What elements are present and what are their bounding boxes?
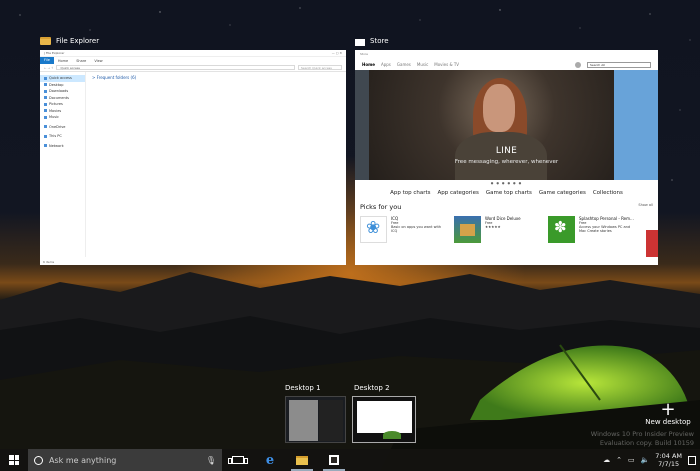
task-view-icon <box>228 456 248 464</box>
store-nav-movies[interactable]: Movies & TV <box>434 62 459 67</box>
fe-search-box[interactable]: Search Quick access <box>298 65 342 70</box>
fe-tab-view[interactable]: View <box>90 59 106 63</box>
app-tile-partial[interactable] <box>646 230 658 257</box>
star-icon <box>44 76 47 80</box>
fe-title-text: | File Explorer <box>44 51 65 55</box>
icq-flower-icon <box>360 216 387 243</box>
store-window-title[interactable]: Store <box>355 35 389 47</box>
edge-icon: e <box>265 452 275 468</box>
cortana-search-box[interactable]: Ask me anything 🎙 <box>28 449 222 471</box>
store-bag-icon <box>355 39 365 46</box>
store-nav: Home Apps Games Music Movies & TV Search… <box>355 59 658 70</box>
store-nav-home[interactable]: Home <box>362 62 375 67</box>
cat-game-top-charts[interactable]: Game top charts <box>486 190 532 196</box>
windows-logo-icon <box>9 455 19 465</box>
pictures-icon <box>44 102 47 106</box>
store-title-bar: Store <box>360 52 368 56</box>
splashtop-icon <box>548 216 575 243</box>
music-icon <box>44 115 47 119</box>
store-nav-games[interactable]: Games <box>397 62 411 67</box>
onedrive-icon <box>44 125 47 129</box>
desktop-2-thumbnail[interactable] <box>352 396 416 443</box>
folder-icon <box>40 37 51 45</box>
file-explorer-window-title[interactable]: File Explorer <box>40 35 99 47</box>
cat-collections[interactable]: Collections <box>593 190 623 196</box>
store-search-box[interactable]: Search All <box>587 61 651 68</box>
cat-game-categories[interactable]: Game categories <box>539 190 586 196</box>
app-tile[interactable]: Splashtop Personal - Rem... Free Access … <box>548 216 634 243</box>
fe-ribbon: File Home Share View <box>40 57 346 64</box>
clock-date: 7/7/15 <box>658 460 680 468</box>
picks-title: Picks for you <box>360 203 402 211</box>
chevron-up-icon[interactable]: ⌃ <box>616 456 622 464</box>
picks-list: ICQ Free Basic on apps you want with ICQ… <box>355 211 658 243</box>
onedrive-icon[interactable]: ☁ <box>603 456 610 464</box>
desktop-1-thumbnail[interactable] <box>285 396 346 443</box>
new-desktop-label: New desktop <box>645 418 691 426</box>
search-placeholder: Ask me anything <box>49 455 117 465</box>
hero-title: LINE <box>495 146 518 156</box>
word-dice-icon <box>454 216 481 243</box>
store-categories: App top charts App categories Game top c… <box>355 187 658 199</box>
fe-tab-home[interactable]: Home <box>54 59 72 63</box>
this-pc-icon <box>44 134 47 138</box>
file-explorer-title-label: File Explorer <box>56 37 100 45</box>
fe-frequent-folders[interactable]: > Frequent folders (6) <box>92 75 340 80</box>
action-center-icon[interactable] <box>688 455 696 465</box>
desktop-1-label[interactable]: Desktop 1 <box>285 384 321 392</box>
task-view-button[interactable] <box>222 449 254 471</box>
fe-tab-share[interactable]: Share <box>72 59 90 63</box>
microphone-icon[interactable]: 🎙 <box>206 456 216 465</box>
window-controls-icon: — ▢ ✕ <box>331 51 342 55</box>
store-window-thumbnail[interactable]: Store Home Apps Games Music Movies & TV … <box>355 50 658 265</box>
network-icon[interactable]: ▭ <box>628 456 635 464</box>
cortana-icon <box>34 455 43 465</box>
taskbar: Ask me anything 🎙 e ☁ ⌃ ▭ 🔈 7:04 AM 7/7/… <box>0 449 700 471</box>
desktop-icon <box>44 83 47 87</box>
movies-icon <box>44 109 47 113</box>
fe-address-row: ← → ↑ Quick access Search Quick access <box>40 64 346 72</box>
clock[interactable]: 7:04 AM 7/7/15 <box>655 452 682 468</box>
store-hero-banner[interactable]: LINE Free messaging, wherever, whenever <box>355 70 658 180</box>
file-explorer-icon <box>296 455 308 465</box>
show-all-link[interactable]: Show all <box>638 203 653 211</box>
system-tray: ☁ ⌃ ▭ 🔈 7:04 AM 7/7/15 <box>603 452 700 468</box>
store-nav-music[interactable]: Music <box>417 62 428 67</box>
fe-address-bar[interactable]: Quick access <box>56 65 295 70</box>
fe-nav-item[interactable]: Network <box>40 143 85 150</box>
start-button[interactable] <box>0 449 28 471</box>
desktop-2-label[interactable]: Desktop 2 <box>354 384 390 392</box>
build-watermark: Windows 10 Pro Insider Preview Evaluatio… <box>590 430 694 447</box>
file-explorer-button[interactable] <box>286 449 318 471</box>
new-desktop-button[interactable]: + New desktop <box>640 399 696 427</box>
store-nav-apps[interactable]: Apps <box>381 62 391 67</box>
volume-icon[interactable]: 🔈 <box>641 456 650 464</box>
plus-icon: + <box>660 399 676 420</box>
hero-subtitle: Free messaging, wherever, whenever <box>454 159 559 165</box>
carousel-dots[interactable]: ● ● ● ● ● ● <box>355 180 658 187</box>
fe-title-bar: | File Explorer — ▢ ✕ <box>40 50 346 57</box>
store-title-label: Store <box>370 37 389 45</box>
cat-app-categories[interactable]: App categories <box>438 190 479 196</box>
cat-app-top-charts[interactable]: App top charts <box>390 190 430 196</box>
network-icon <box>44 144 47 148</box>
fe-navigation-pane: Quick access Desktop Downloads Documents… <box>40 72 86 257</box>
avatar[interactable] <box>575 61 581 68</box>
clock-time: 7:04 AM <box>655 452 682 460</box>
fe-status-bar: 6 items <box>43 260 55 264</box>
fe-content-pane: > Frequent folders (6) <box>86 72 346 257</box>
store-icon <box>329 455 339 465</box>
nav-arrows-icon[interactable]: ← → ↑ <box>44 66 53 70</box>
store-button[interactable] <box>318 449 350 471</box>
documents-icon <box>44 96 47 100</box>
app-tile[interactable]: Word Dice Deluxe Free ★★★★★ <box>454 216 540 243</box>
downloads-icon <box>44 89 47 93</box>
edge-button[interactable]: e <box>254 449 286 471</box>
fe-tab-file[interactable]: File <box>40 57 54 64</box>
app-tile[interactable]: ICQ Free Basic on apps you want with ICQ <box>360 216 446 243</box>
file-explorer-window-thumbnail[interactable]: | File Explorer — ▢ ✕ File Home Share Vi… <box>40 50 346 265</box>
